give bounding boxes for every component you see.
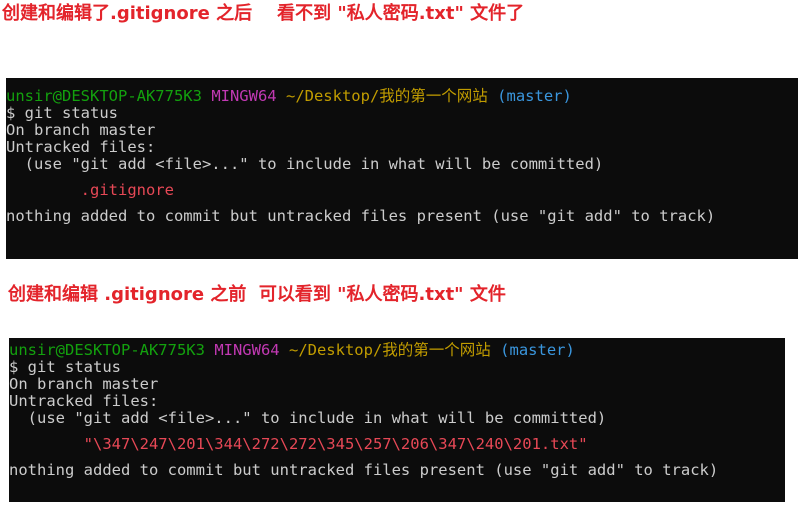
prompt-line: unsir@DESKTOP-AK775K3 MINGW64 ~/Desktop/…: [6, 88, 798, 105]
prompt-path: ~/Desktop/我的第一个网站: [285, 87, 488, 105]
untracked-file: .gitignore: [6, 181, 174, 199]
prompt-branch: (master): [500, 341, 575, 359]
branch-line: On branch master: [9, 375, 159, 393]
prompt-branch: (master): [497, 87, 572, 105]
prompt-user: unsir@DESKTOP-AK775K3: [9, 341, 205, 359]
untracked-header: Untracked files:: [9, 392, 159, 410]
command-line: $ git status: [6, 104, 118, 122]
prompt-user: unsir@DESKTOP-AK775K3: [6, 87, 202, 105]
command-line: $ git status: [9, 358, 121, 376]
summary-line: nothing added to commit but untracked fi…: [9, 461, 719, 479]
terminal-before[interactable]: unsir@DESKTOP-AK775K3 MINGW64 ~/Desktop/…: [9, 338, 785, 502]
prompt-path: ~/Desktop/我的第一个网站: [288, 341, 491, 359]
terminal-after[interactable]: unsir@DESKTOP-AK775K3 MINGW64 ~/Desktop/…: [6, 78, 798, 259]
hint-line: (use "git add <file>..." to include in w…: [9, 409, 607, 427]
summary-line: nothing added to commit but untracked fi…: [6, 207, 716, 225]
caption-after-gitignore: 创建和编辑了.gitignore 之后 看不到 "私人密码.txt" 文件了: [2, 3, 525, 24]
prompt-shell: MINGW64: [211, 87, 277, 105]
prompt-shell: MINGW64: [214, 341, 280, 359]
untracked-header: Untracked files:: [6, 138, 156, 156]
branch-line: On branch master: [6, 121, 156, 139]
prompt-line: unsir@DESKTOP-AK775K3 MINGW64 ~/Desktop/…: [9, 342, 785, 359]
hint-line: (use "git add <file>..." to include in w…: [6, 155, 604, 173]
caption-before-gitignore: 创建和编辑 .gitignore 之前 可以看到 "私人密码.txt" 文件: [8, 284, 506, 305]
untracked-file: "\347\247\201\344\272\272\345\257\206\34…: [9, 435, 588, 453]
